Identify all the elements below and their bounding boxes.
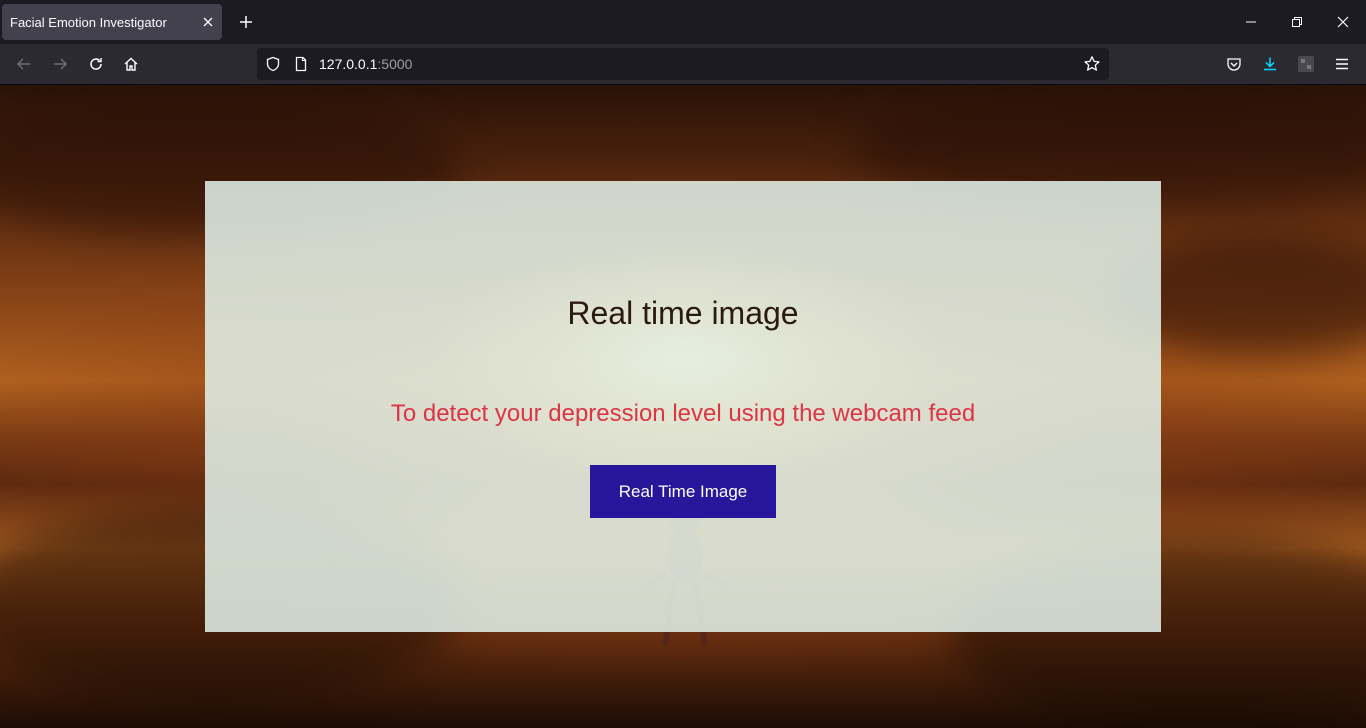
browser-tab[interactable]: Facial Emotion Investigator bbox=[2, 4, 222, 40]
tab-close-icon[interactable] bbox=[194, 8, 222, 36]
tab-bar: Facial Emotion Investigator bbox=[0, 0, 1366, 44]
url-bar[interactable]: 127.0.0.1:5000 bbox=[257, 48, 1109, 80]
url-host: 127.0.0.1 bbox=[319, 56, 378, 72]
restore-icon[interactable] bbox=[1274, 0, 1320, 44]
pocket-icon[interactable] bbox=[1218, 48, 1250, 80]
real-time-image-button[interactable]: Real Time Image bbox=[590, 465, 776, 518]
forward-arrow-icon[interactable] bbox=[44, 48, 76, 80]
tab-title: Facial Emotion Investigator bbox=[10, 14, 167, 30]
shield-icon[interactable] bbox=[265, 56, 281, 77]
url-text[interactable]: 127.0.0.1:5000 bbox=[319, 56, 412, 72]
page-title: Real time image bbox=[567, 295, 799, 331]
extension-icon[interactable] bbox=[1290, 48, 1322, 80]
back-arrow-icon[interactable] bbox=[8, 48, 40, 80]
page-subtitle: To detect your depression level using th… bbox=[390, 400, 976, 427]
navigation-toolbar: 127.0.0.1:5000 bbox=[0, 44, 1366, 85]
url-port: :5000 bbox=[377, 56, 413, 72]
downloads-icon[interactable] bbox=[1254, 48, 1286, 80]
bookmark-star-icon[interactable] bbox=[1083, 55, 1101, 78]
page-icon[interactable] bbox=[293, 56, 309, 77]
hamburger-menu-icon[interactable] bbox=[1326, 48, 1358, 80]
content-card: Real time image To detect your depressio… bbox=[205, 181, 1161, 632]
window-close-icon[interactable] bbox=[1320, 0, 1366, 44]
reload-icon[interactable] bbox=[80, 48, 112, 80]
page-viewport: Real time image To detect your depressio… bbox=[0, 85, 1366, 728]
new-tab-plus-icon[interactable] bbox=[232, 8, 260, 36]
home-icon[interactable] bbox=[115, 48, 147, 80]
minimize-icon[interactable] bbox=[1228, 0, 1274, 44]
